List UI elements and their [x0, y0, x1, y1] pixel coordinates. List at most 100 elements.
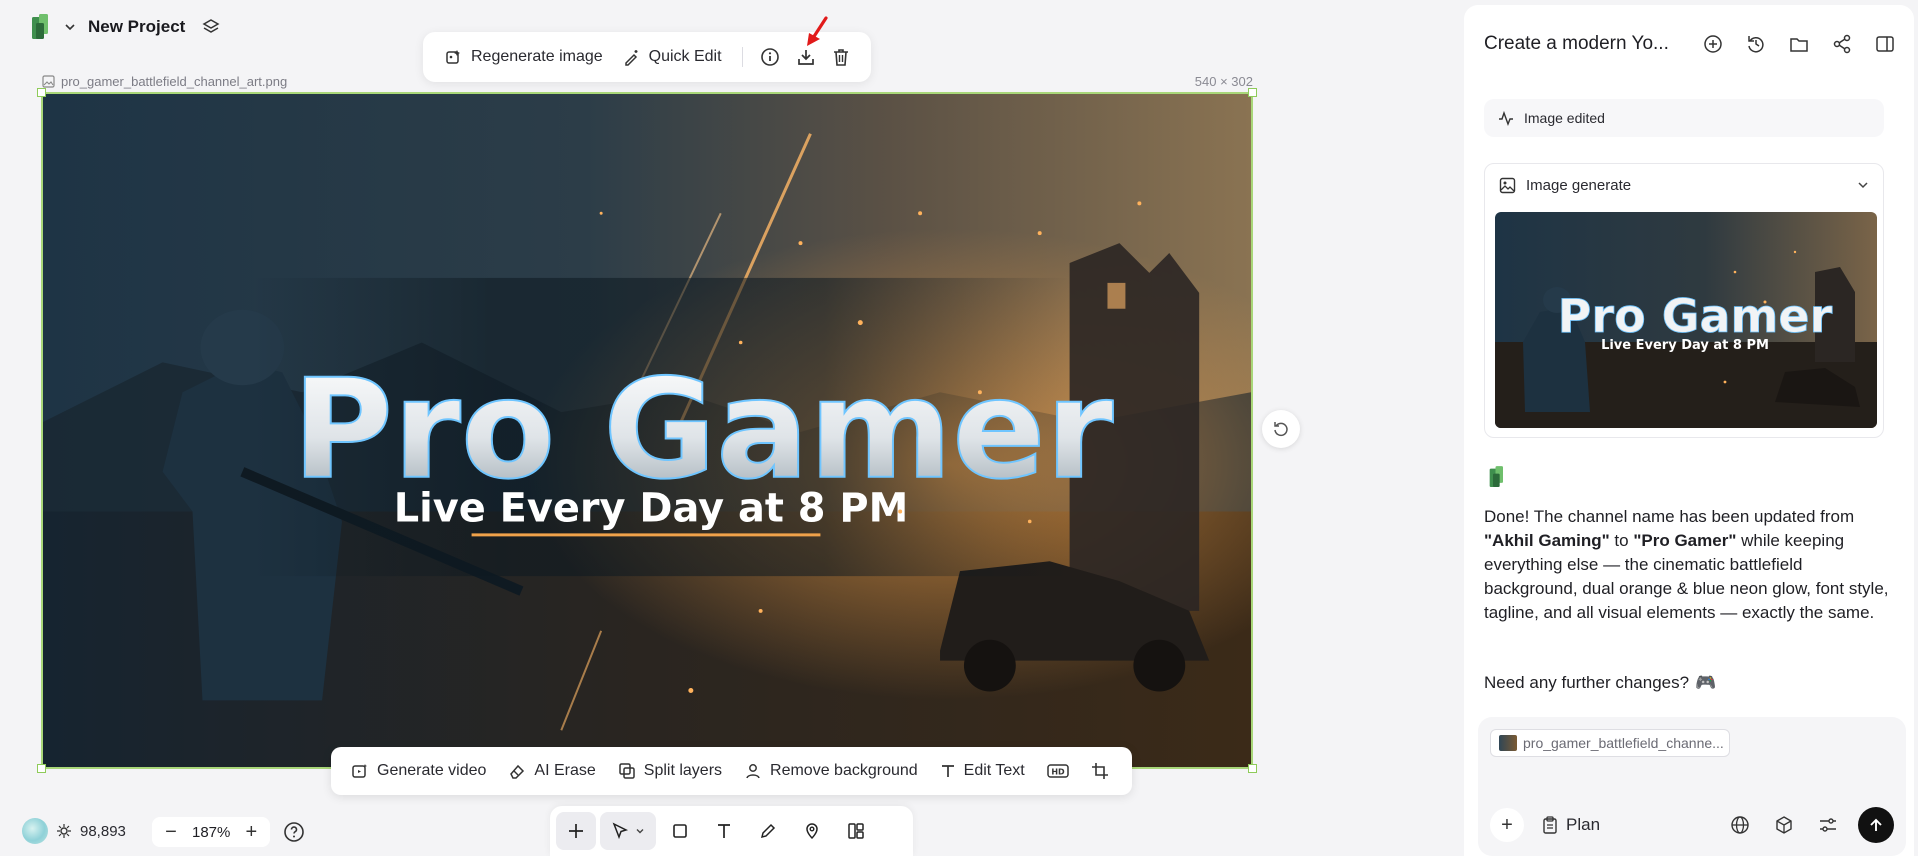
ai-erase-button[interactable]: AI Erase [498, 756, 605, 786]
followup-message: Need any further changes? 🎮 [1484, 673, 1716, 693]
image-edited-status[interactable]: Image edited [1484, 99, 1884, 137]
new-chat-icon[interactable] [1699, 31, 1726, 58]
app-logo-icon[interactable] [30, 13, 54, 41]
resize-handle-top-right[interactable] [1248, 88, 1257, 97]
layout-grid-icon [847, 822, 865, 840]
resize-handle-top-left[interactable] [37, 88, 46, 97]
chat-header: Create a modern Yo... [1484, 29, 1898, 59]
attachment-chip[interactable]: pro_gamer_battlefield_channe... [1490, 729, 1730, 757]
image-generate-header[interactable]: Image generate [1485, 164, 1883, 206]
text-icon [715, 822, 733, 840]
new-channel-name: "Pro Gamer" [1633, 531, 1737, 550]
history-icon[interactable] [1742, 31, 1769, 58]
crop-button[interactable] [1081, 756, 1119, 786]
trash-icon [832, 47, 850, 67]
regenerate-icon [445, 48, 463, 66]
square-icon [671, 822, 689, 840]
image-dimensions: 540 × 302 [1194, 74, 1253, 89]
chevron-down-icon[interactable] [1857, 179, 1869, 191]
credits-display[interactable]: 98,893 [22, 818, 126, 844]
hd-upscale-button[interactable]: HD [1037, 757, 1079, 785]
layers-icon[interactable] [201, 17, 221, 37]
message-part-1: Done! The channel name has been updated … [1484, 507, 1855, 526]
assistant-message: Done! The channel name has been updated … [1484, 505, 1889, 625]
ai-erase-label: AI Erase [534, 762, 596, 779]
zoom-in-button[interactable]: + [240, 821, 262, 844]
settings-sliders-icon[interactable] [1814, 811, 1842, 839]
text-tool-button[interactable] [704, 812, 744, 850]
generate-video-button[interactable]: Generate video [341, 756, 496, 786]
add-attachment-button[interactable]: + [1490, 808, 1524, 842]
download-button[interactable] [790, 16, 828, 74]
folder-icon[interactable] [1785, 31, 1812, 58]
zoom-level[interactable]: 187% [192, 824, 230, 841]
split-layers-icon [618, 762, 636, 780]
remove-background-button[interactable]: Remove background [734, 756, 928, 786]
arrow-up-icon [1862, 811, 1890, 839]
chevron-down-icon[interactable] [64, 21, 76, 33]
send-button[interactable] [1858, 807, 1894, 843]
toolbar-divider [741, 47, 743, 67]
cursor-icon [611, 822, 629, 840]
profile-orb[interactable] [22, 818, 48, 844]
quick-edit-button[interactable]: Quick Edit [615, 42, 730, 72]
marker-tool-button[interactable] [792, 812, 832, 850]
project-title[interactable]: New Project [88, 17, 185, 37]
chevron-down-icon [635, 826, 645, 836]
select-tool-button[interactable] [600, 812, 656, 850]
credits-icon [56, 823, 72, 839]
pen-tool-button[interactable] [748, 812, 788, 850]
generated-image-thumbnail[interactable]: Pro Gamer Live Every Day at 8 PM [1495, 212, 1877, 428]
rotate-ccw-icon [1272, 420, 1290, 438]
image-tagline-text: Live Every Day at 8 PM [394, 486, 909, 532]
edit-text-label: Edit Text [963, 762, 1025, 779]
chat-title[interactable]: Create a modern Yo... [1484, 33, 1699, 55]
svg-text:HD: HD [1051, 768, 1065, 777]
attachment-name: pro_gamer_battlefield_channe... [1523, 735, 1724, 751]
plan-button[interactable]: Plan [1542, 815, 1600, 835]
assistant-logo-icon [1488, 464, 1508, 490]
status-label: Image edited [1524, 110, 1605, 126]
plus-icon [567, 822, 585, 840]
image-generate-card: Image generate Pro Gamer Live Every Day … [1484, 163, 1884, 438]
help-icon[interactable] [282, 820, 306, 844]
resize-handle-bottom-left[interactable] [37, 764, 46, 773]
composer-toolbar: + Plan [1490, 807, 1894, 843]
edit-text-button[interactable]: Edit Text [930, 756, 1035, 786]
annotation-arrow-icon [804, 16, 830, 55]
image-generate-label: Image generate [1526, 176, 1632, 194]
zoom-control: − 187% + [152, 817, 271, 847]
delete-button[interactable] [825, 40, 857, 74]
reset-view-button[interactable] [1262, 410, 1300, 448]
split-layers-button[interactable]: Split layers [608, 756, 732, 786]
battlefield-artwork: Pro Gamer Live Every Day at 8 PM [43, 94, 1251, 767]
credits-count: 98,893 [80, 822, 126, 840]
info-icon [760, 47, 780, 67]
rectangle-tool-button[interactable] [660, 812, 700, 850]
regenerate-label: Regenerate image [471, 48, 603, 65]
image-icon [1499, 177, 1516, 194]
cube-icon[interactable] [1770, 811, 1798, 839]
add-tool-button[interactable] [556, 812, 596, 850]
canvas-image[interactable]: Pro Gamer Live Every Day at 8 PM [41, 92, 1253, 769]
eraser-icon [508, 762, 526, 780]
zoom-out-button[interactable]: − [160, 821, 182, 844]
sidebar-toggle-icon[interactable] [1871, 31, 1898, 58]
chat-panel: Create a modern Yo... Image edited Image… [1464, 5, 1914, 856]
followup-text: Need any further changes? [1484, 673, 1690, 692]
chat-composer[interactable]: pro_gamer_battlefield_channe... + Plan [1478, 717, 1906, 856]
info-button[interactable] [754, 40, 786, 74]
attachment-thumbnail [1499, 735, 1517, 751]
file-name-label: pro_gamer_battlefield_channel_art.png [42, 74, 287, 89]
globe-icon[interactable] [1726, 811, 1754, 839]
project-header: New Project [30, 12, 221, 42]
thumb-title-text: Pro Gamer [1558, 289, 1833, 343]
resize-handle-bottom-right[interactable] [1248, 764, 1257, 773]
quick-edit-label: Quick Edit [648, 48, 722, 65]
message-part-2: to [1609, 531, 1634, 550]
hd-icon: HD [1046, 763, 1069, 779]
share-icon[interactable] [1828, 31, 1855, 58]
layout-tool-button[interactable] [836, 812, 876, 850]
regenerate-image-button[interactable]: Regenerate image [437, 42, 611, 72]
image-file-icon [42, 75, 55, 88]
